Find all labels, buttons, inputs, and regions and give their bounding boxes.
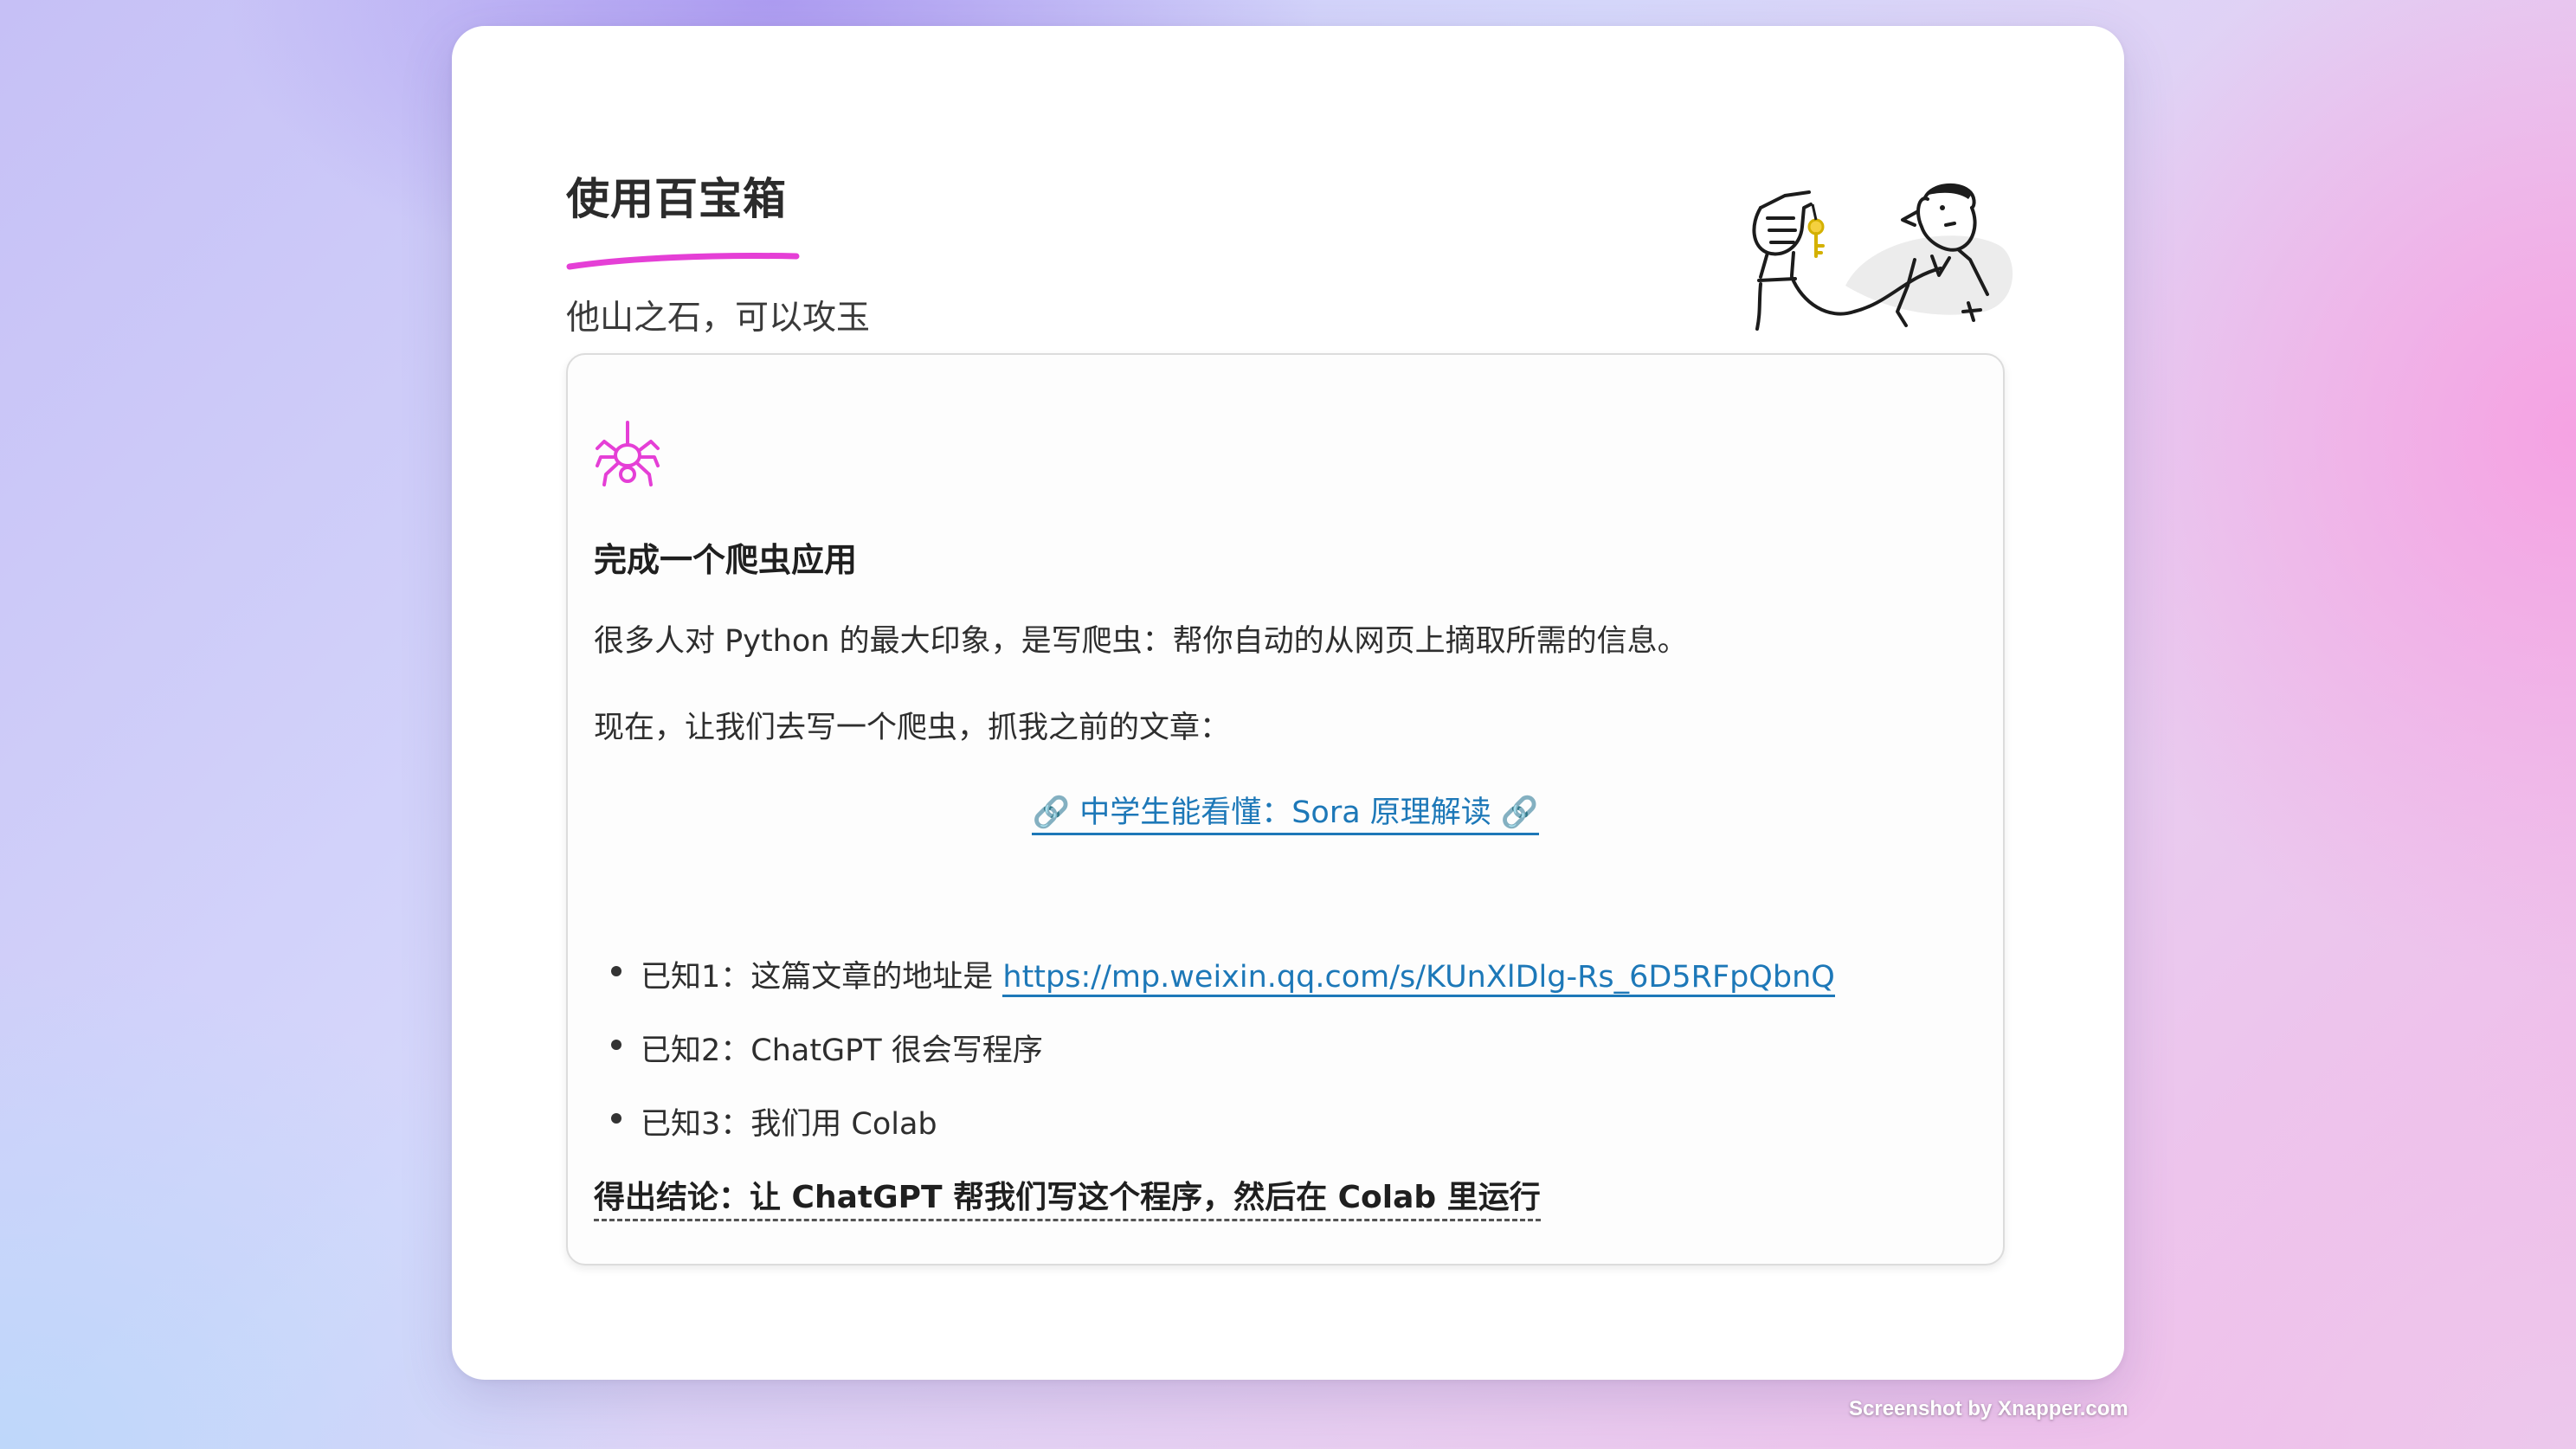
article-link[interactable]: 🔗 中学生能看懂：Sora 原理解读 🔗: [1032, 795, 1539, 835]
fact-label: 已知1：这篇文章的地址是: [641, 960, 1003, 995]
page-subtitle: 他山之石，可以攻玉: [566, 299, 871, 338]
bullet-dot: [611, 966, 621, 976]
instruction-paragraph: 现在，让我们去写一个爬虫，抓我之前的文章：: [594, 711, 1231, 745]
man-holding-key-illustration: [1752, 183, 2013, 331]
intro-paragraph: 很多人对 Python 的最大印象，是写爬虫：帮你自动的从网页上摘取所需的信息。: [594, 624, 1688, 659]
facts-list: 已知1：这篇文章的地址是 https://mp.weixin.qq.com/s/…: [594, 952, 1835, 1173]
article-link-row: 🔗 中学生能看懂：Sora 原理解读 🔗: [568, 788, 2003, 835]
card-heading: 完成一个爬虫应用: [594, 541, 858, 579]
fact-label: 已知2：ChatGPT 很会写程序: [641, 1034, 1043, 1068]
article-url-link[interactable]: https://mp.weixin.qq.com/s/KUnXlDlg-Rs_6…: [1002, 960, 1835, 997]
list-item: 已知2：ChatGPT 很会写程序: [594, 1026, 1835, 1099]
spider-icon: [596, 421, 660, 486]
list-item: 已知3：我们用 Colab: [594, 1099, 1835, 1173]
bullet-dot: [611, 1113, 621, 1124]
conclusion-text: 得出结论：让 ChatGPT 帮我们写这个程序，然后在 Colab 里运行: [594, 1172, 1541, 1221]
page-title: 使用百宝箱: [566, 174, 787, 224]
fact-label: 已知3：我们用 Colab: [641, 1107, 937, 1142]
title-underline: [566, 253, 800, 270]
bullet-dot: [611, 1040, 621, 1050]
list-item: 已知1：这篇文章的地址是 https://mp.weixin.qq.com/s/…: [594, 952, 1835, 1026]
content-card: 完成一个爬虫应用 很多人对 Python 的最大印象，是写爬虫：帮你自动的从网页…: [566, 353, 2005, 1265]
watermark: Screenshot by Xnapper.com: [1849, 1397, 2128, 1420]
content-window: 使用百宝箱 他山之石，可以攻玉 完成一个爬虫应用 很多人对 Python 的最大…: [452, 26, 2124, 1380]
